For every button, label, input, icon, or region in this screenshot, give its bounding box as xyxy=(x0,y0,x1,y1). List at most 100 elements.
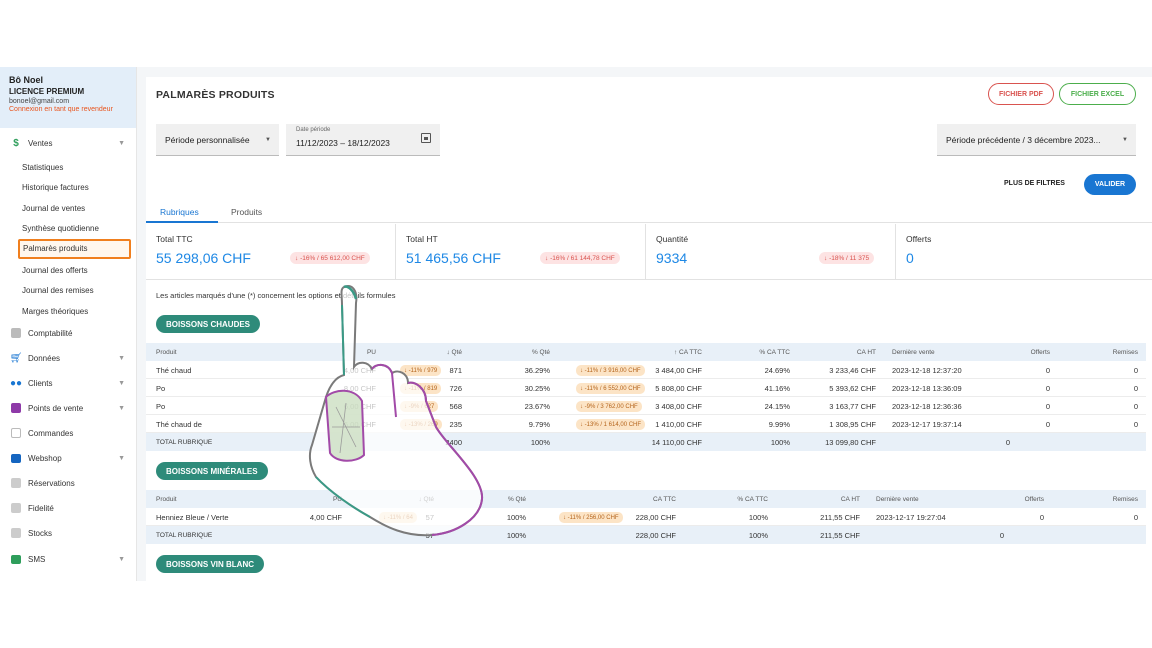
cell-derniere-vente: 2023-12-18 13:36:09 xyxy=(892,383,962,393)
sidebar-sub-synthese[interactable]: Synthèse quotidienne xyxy=(22,224,99,233)
col-produit: Produit xyxy=(156,348,177,356)
sidebar-sub-palmares-active[interactable]: Palmarès produits xyxy=(18,239,131,259)
pdf-export-button[interactable]: FICHIER PDF xyxy=(988,83,1054,105)
pointing-hand-icon xyxy=(308,285,484,537)
sidebar-item-comptabilite[interactable]: Comptabilité xyxy=(0,322,136,344)
cell-pct-ca-ttc: 41.16% xyxy=(764,383,790,393)
tab-produits[interactable]: Produits xyxy=(231,207,262,217)
sidebar-sub-remises[interactable]: Journal des remises xyxy=(22,286,94,295)
sidebar-item-clients[interactable]: ●● Clients ▼ xyxy=(0,372,136,394)
kpi-label: Total TTC xyxy=(156,234,193,244)
kpi-value: 0 xyxy=(906,250,914,266)
sidebar-item-webshop[interactable]: Webshop ▼ xyxy=(0,447,136,469)
compare-period-value: Période précédente / 3 décembre 2023... xyxy=(946,134,1101,145)
app-window: Bô Noel LICENCE PREMIUM bonoel@gmail.com… xyxy=(0,67,1152,581)
sidebar-sub-historique[interactable]: Historique factures xyxy=(22,183,89,192)
cell-produit: Po xyxy=(156,401,166,411)
cell-offerts: 0 xyxy=(1045,419,1050,429)
col-derniere-vente: Dernière vente xyxy=(876,495,919,503)
chevron-down-icon: ▼ xyxy=(118,354,125,362)
cell-remises: 0 xyxy=(1133,401,1138,411)
cell-ca-ttc: 5 808,00 CHF xyxy=(655,383,702,393)
compare-period-select[interactable]: Période précédente / 3 décembre 2023... … xyxy=(937,124,1136,156)
cell-pct-ca-ttc: 24.15% xyxy=(764,401,790,411)
category-boissons-minerales[interactable]: BOISSONS MINÉRALES xyxy=(156,462,268,480)
cell-offerts: 0 xyxy=(1045,383,1050,393)
sidebar-item-sms[interactable]: SMS ▼ xyxy=(0,548,136,570)
cell-derniere-vente: 2023-12-18 12:37:20 xyxy=(892,365,962,375)
ca-compare-badge: ↓ -11% / 256,00 CHF xyxy=(559,512,623,523)
users-icon: ●● xyxy=(9,377,23,389)
cell-derniere-vente: 2023-12-18 12:36:36 xyxy=(892,401,962,411)
excel-export-button[interactable]: FICHIER EXCEL xyxy=(1059,83,1136,105)
date-period-field[interactable]: Date période 11/12/2023 – 18/12/2023 xyxy=(286,124,440,156)
kpi-row: Total TTC 55 298,06 CHF ↓ -16% / 65 612,… xyxy=(146,224,1152,280)
kpi-badge-text: -16% / 65 612,00 CHF xyxy=(300,254,365,262)
cell-ca-ht: 3 233,46 CHF xyxy=(829,365,876,375)
category-boissons-chaudes[interactable]: BOISSONS CHAUDES xyxy=(156,315,261,333)
cell-ca-ht: 5 393,62 CHF xyxy=(829,383,876,393)
validate-button[interactable]: VALIDER xyxy=(1084,174,1136,195)
sidebar-sub-statistiques[interactable]: Statistiques xyxy=(22,163,63,172)
cell-derniere-vente: 2023-12-17 19:27:04 xyxy=(876,512,946,522)
user-name: Bô Noel xyxy=(9,75,44,85)
chevron-down-icon: ▼ xyxy=(118,139,125,147)
chevron-down-icon: ▼ xyxy=(118,454,125,462)
sidebar-item-label: Commandes xyxy=(28,428,74,438)
sidebar-item-commandes[interactable]: Commandes xyxy=(0,422,136,444)
cell-pct-ca-ttc: 24.69% xyxy=(764,365,790,375)
cell-pct-ca-ttc: 9.99% xyxy=(768,419,790,429)
sidebar-item-reservations[interactable]: Réservations xyxy=(0,472,136,494)
col-ca-ttc: CA TTC xyxy=(653,495,676,503)
total-ca-ttc: 228,00 CHF xyxy=(635,530,676,540)
more-filters-button[interactable]: PLUS DE FILTRES xyxy=(1004,180,1065,187)
sidebar-item-label: Points de vente xyxy=(28,403,84,413)
sidebar-sub-offerts[interactable]: Journal des offerts xyxy=(22,266,88,275)
category-boissons-vin-blanc[interactable]: BOISSONS VIN BLANC xyxy=(156,555,265,573)
sidebar-item-points-vente[interactable]: Points de vente ▼ xyxy=(0,397,136,419)
user-email: bonoel@gmail.com xyxy=(9,98,70,105)
tab-bar: Rubriques Produits xyxy=(146,197,1152,223)
cell-produit: Henniez Bleue / Verte xyxy=(156,512,229,522)
chevron-down-icon: ▼ xyxy=(118,379,125,387)
kpi-label: Quantité xyxy=(656,234,689,244)
sidebar-item-label: SMS xyxy=(28,554,46,564)
sidebar-item-ventes[interactable]: $ Ventes ▼ xyxy=(0,132,136,154)
kpi-compare-badge: ↓ -16% / 61 144,78 CHF xyxy=(540,252,620,264)
tab-rubriques[interactable]: Rubriques xyxy=(160,207,199,217)
cell-remises: 0 xyxy=(1133,383,1138,393)
total-offerts: 0 xyxy=(999,530,1004,540)
sidebar: Bô Noel LICENCE PREMIUM bonoel@gmail.com… xyxy=(0,67,137,581)
period-select[interactable]: Période personnalisée ▼ xyxy=(156,124,279,156)
user-box[interactable]: Bô Noel LICENCE PREMIUM bonoel@gmail.com… xyxy=(0,67,136,128)
kpi-value: 51 465,56 CHF xyxy=(406,250,501,266)
kpi-total-ttc: Total TTC 55 298,06 CHF ↓ -16% / 65 612,… xyxy=(146,224,396,280)
calendar-icon[interactable] xyxy=(421,133,431,143)
date-period-value: 11/12/2023 – 18/12/2023 xyxy=(296,138,390,148)
cell-ca-ttc: 228,00 CHF xyxy=(635,512,676,522)
sidebar-item-label: Ventes xyxy=(28,138,53,148)
cell-offerts: 0 xyxy=(1045,365,1050,375)
col-remises: Remises xyxy=(1112,348,1138,356)
loyalty-icon xyxy=(11,503,21,513)
sidebar-item-label: Fidelité xyxy=(28,503,54,513)
sidebar-item-donnees[interactable]: 🛒︎ Données ▼ xyxy=(0,347,136,369)
sidebar-sub-journal-ventes[interactable]: Journal de ventes xyxy=(22,204,85,213)
cell-remises: 0 xyxy=(1133,419,1138,429)
sidebar-item-stocks[interactable]: Stocks xyxy=(0,522,136,544)
cell-remises: 0 xyxy=(1133,512,1138,522)
sidebar-item-label: Stocks xyxy=(28,528,53,538)
col-ca-ttc: ↑ CA TTC xyxy=(673,348,702,356)
reseller-link[interactable]: Connexion en tant que revendeur xyxy=(9,106,127,113)
kpi-total-ht: Total HT 51 465,56 CHF ↓ -16% / 61 144,7… xyxy=(396,224,646,280)
calendar-icon xyxy=(11,428,21,438)
kpi-compare-badge: ↓ -16% / 65 612,00 CHF xyxy=(290,252,370,264)
col-pct-ca-ttc: % CA TTC xyxy=(737,495,768,503)
cell-ca-ht: 211,55 CHF xyxy=(820,512,860,522)
col-ca-ht: CA HT xyxy=(840,495,860,503)
sidebar-item-label: Webshop xyxy=(28,453,62,463)
sidebar-item-fidelite[interactable]: Fidelité xyxy=(0,497,136,519)
sidebar-sub-marges[interactable]: Marges théoriques xyxy=(22,307,88,316)
ca-compare-badge: ↓ -11% / 6 552,00 CHF xyxy=(576,383,645,394)
total-ca-ht: 13 099,80 CHF xyxy=(825,437,876,447)
